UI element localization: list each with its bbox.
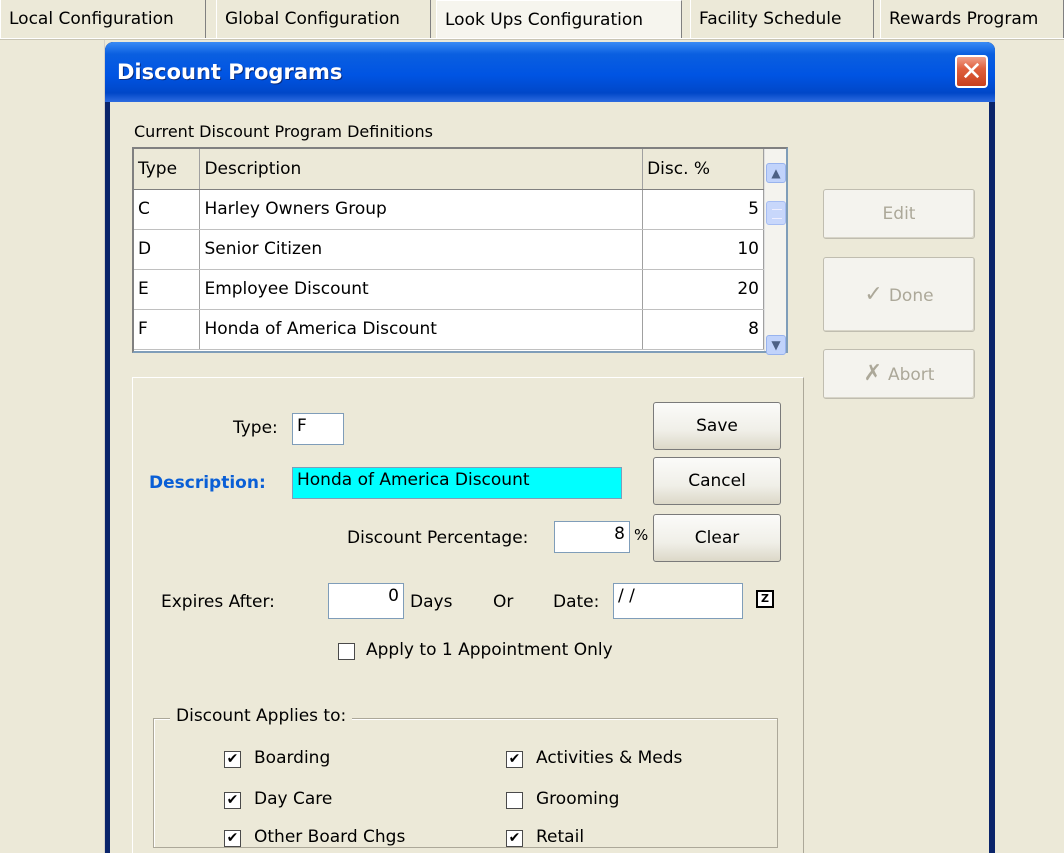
date-value: / / — [618, 586, 635, 606]
abort-button[interactable]: ✗ Abort — [823, 349, 975, 399]
grid-header-row: Type Description Disc. % — [134, 149, 764, 190]
tab-global-configuration[interactable]: Global Configuration — [216, 0, 431, 38]
column-header-disc-pct[interactable]: Disc. % — [642, 149, 764, 190]
cell-description: Harley Owners Group — [199, 189, 644, 230]
other-board-chgs-checkbox[interactable]: ✔ — [224, 830, 241, 847]
x-icon: ✗ — [863, 361, 882, 386]
apply-one-appointment-checkbox[interactable] — [338, 643, 355, 660]
cell-disc-pct: 10 — [642, 229, 764, 270]
chevron-down-icon: ▼ — [771, 338, 781, 352]
cancel-button-label: Cancel — [688, 471, 746, 491]
date-field[interactable]: / / — [613, 583, 743, 619]
abort-button-label: Abort — [887, 365, 935, 385]
boarding-checkbox[interactable]: ✔ — [224, 751, 241, 768]
table-row[interactable]: D Senior Citizen 10 — [134, 229, 764, 270]
table-row[interactable]: E Employee Discount 20 — [134, 269, 764, 310]
save-button[interactable]: Save — [653, 402, 781, 450]
save-button-label: Save — [696, 416, 738, 436]
column-header-description[interactable]: Description — [199, 149, 644, 190]
scroll-down-button[interactable]: ▼ — [766, 335, 786, 355]
cell-disc-pct: 8 — [642, 309, 764, 350]
edit-panel: Type: F Description: Honda of America Di… — [132, 377, 804, 853]
type-label: Type: — [233, 418, 278, 438]
grid-table: Type Description Disc. % C Harley Owners… — [134, 149, 764, 350]
table-row[interactable]: C Harley Owners Group 5 — [134, 189, 764, 230]
scroll-up-button[interactable]: ▲ — [766, 163, 786, 183]
tab-rewards-program[interactable]: Rewards Program — [880, 0, 1064, 38]
close-button[interactable]: ✕ — [955, 55, 988, 88]
day-care-label: Day Care — [254, 789, 333, 809]
background-left — [0, 40, 105, 853]
discount-percentage-value: 8 — [614, 524, 625, 544]
other-board-chgs-label: Other Board Chgs — [254, 827, 406, 847]
edit-button[interactable]: Edit — [823, 189, 975, 239]
done-button[interactable]: ✓ Done — [823, 257, 975, 332]
tab-look-ups-configuration[interactable]: Look Ups Configuration — [436, 0, 682, 40]
dialog-title: Discount Programs — [117, 60, 343, 84]
column-header-type[interactable]: Type — [134, 149, 201, 190]
discount-applies-to-group: Discount Applies to: ✔ Boarding ✔ Day Ca… — [153, 706, 778, 848]
chevron-up-icon: ▲ — [771, 166, 781, 180]
close-icon: ✕ — [960, 56, 983, 87]
cell-type: C — [134, 189, 201, 230]
retail-checkbox[interactable]: ✔ — [506, 830, 523, 847]
cell-disc-pct: 20 — [642, 269, 764, 310]
description-label: Description: — [149, 473, 266, 493]
boarding-label: Boarding — [254, 748, 331, 768]
cell-type: E — [134, 269, 201, 310]
tab-facility-schedule[interactable]: Facility Schedule — [690, 0, 874, 38]
activities-meds-label: Activities & Meds — [536, 748, 683, 768]
grooming-label: Grooming — [536, 789, 620, 809]
cell-disc-pct: 5 — [642, 189, 764, 230]
cell-description: Honda of America Discount — [199, 309, 644, 350]
description-field[interactable]: Honda of America Discount — [292, 467, 622, 499]
apply-one-appointment-label: Apply to 1 Appointment Only — [366, 640, 613, 660]
discount-program-grid[interactable]: Type Description Disc. % C Harley Owners… — [132, 147, 788, 355]
done-button-label: Done — [888, 286, 934, 306]
background-right — [995, 40, 1064, 853]
grid-label: Current Discount Program Definitions — [134, 122, 433, 141]
cancel-button[interactable]: Cancel — [653, 457, 781, 505]
expires-days-field[interactable]: 0 — [328, 583, 404, 619]
discount-percentage-field[interactable]: 8 — [554, 521, 630, 553]
table-row[interactable]: F Honda of America Discount 8 — [134, 309, 764, 350]
tab-divider — [0, 38, 1064, 40]
days-label: Days — [410, 592, 453, 612]
discount-programs-dialog: Discount Programs ✕ Current Discount Pro… — [105, 42, 995, 853]
retail-label: Retail — [536, 827, 585, 847]
grooming-checkbox[interactable] — [506, 792, 523, 809]
scroll-thumb[interactable] — [766, 201, 786, 225]
date-label: Date: — [553, 592, 600, 612]
calendar-icon[interactable]: Z — [756, 590, 774, 608]
day-care-checkbox[interactable]: ✔ — [224, 792, 241, 809]
check-icon: ✓ — [864, 282, 883, 307]
dialog-client-area: Current Discount Program Definitions Typ… — [110, 102, 989, 853]
dialog-titlebar[interactable]: Discount Programs ✕ — [105, 42, 995, 102]
description-value: Honda of America Discount — [297, 470, 530, 490]
activities-meds-checkbox[interactable]: ✔ — [506, 751, 523, 768]
expires-days-value: 0 — [388, 586, 399, 606]
grid-scrollbar[interactable]: ▲ ▼ — [764, 149, 786, 355]
clear-button-label: Clear — [694, 528, 740, 548]
expires-after-label: Expires After: — [161, 592, 275, 612]
type-field[interactable]: F — [292, 413, 344, 445]
or-label: Or — [493, 592, 514, 612]
tab-local-configuration[interactable]: Local Configuration — [0, 0, 206, 38]
cell-description: Senior Citizen — [199, 229, 644, 270]
cell-type: D — [134, 229, 201, 270]
percent-symbol: % — [634, 526, 649, 544]
clear-button[interactable]: Clear — [653, 514, 781, 562]
cell-description: Employee Discount — [199, 269, 644, 310]
discount-applies-to-title: Discount Applies to: — [170, 706, 353, 726]
type-value: F — [297, 416, 307, 436]
edit-button-label: Edit — [882, 204, 916, 224]
discount-percentage-label: Discount Percentage: — [347, 528, 529, 548]
tab-bar: Local Configuration Global Configuration… — [0, 0, 1064, 40]
cell-type: F — [134, 309, 201, 350]
